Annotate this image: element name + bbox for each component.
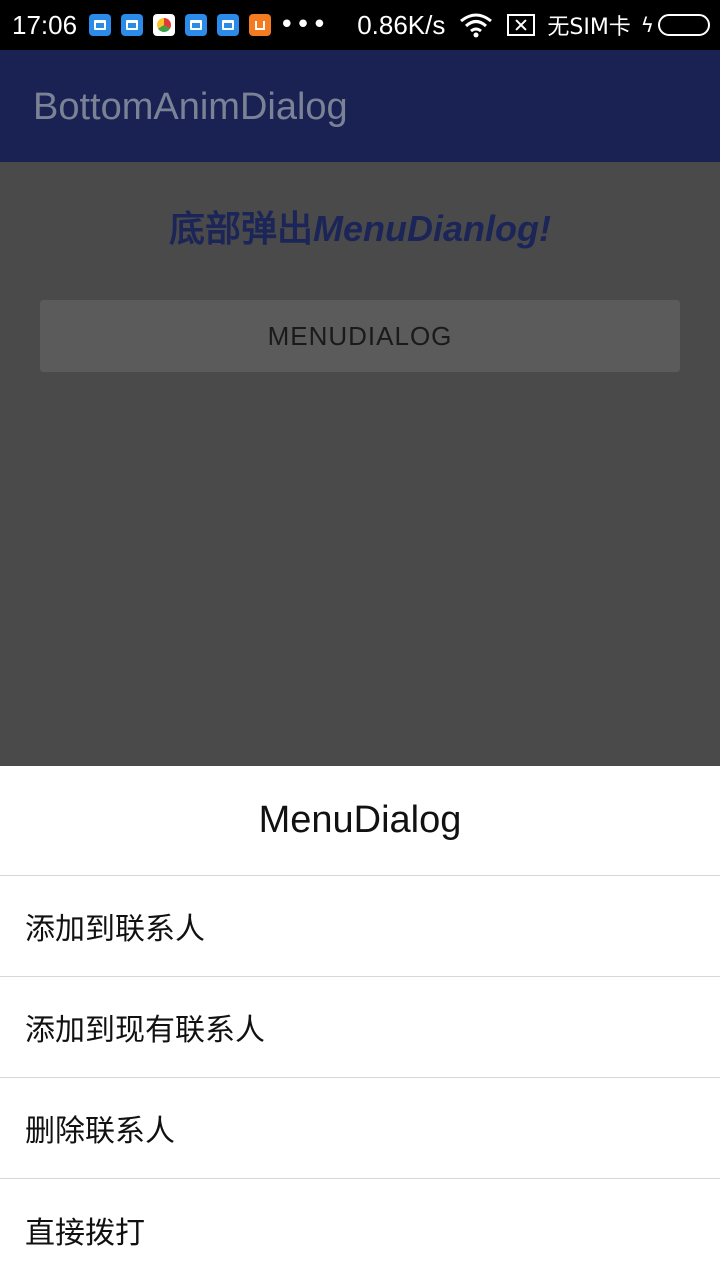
sim-status: 无SIM卡 xyxy=(547,15,631,40)
status-time: 17:06 xyxy=(12,9,78,40)
battery-icon xyxy=(658,14,710,36)
menu-item-add-existing-contact[interactable]: 添加到现有联系人 xyxy=(0,977,720,1078)
notification-blue-icon xyxy=(185,14,208,36)
notification-blue-icon xyxy=(121,14,144,36)
heading-cn: 底部弹出 xyxy=(169,209,314,250)
menu-item-direct-call[interactable]: 直接拨打 xyxy=(0,1179,720,1280)
store-icon xyxy=(249,14,272,36)
bottom-menu-dialog: MenuDialog 添加到联系人 添加到现有联系人 删除联系人 直接拨打 xyxy=(0,766,720,1280)
app-bar: BottomAnimDialog xyxy=(0,50,720,162)
notification-icons: ••• xyxy=(89,10,328,40)
heading-latin: MenuDianlog! xyxy=(313,208,551,249)
photos-icon xyxy=(153,14,176,36)
dialog-title: MenuDialog xyxy=(0,766,720,876)
no-sim-icon xyxy=(507,14,536,36)
menu-item-delete-contact[interactable]: 删除联系人 xyxy=(0,1078,720,1179)
app-title: BottomAnimDialog xyxy=(33,86,348,128)
more-notifications-indicator: ••• xyxy=(279,10,329,40)
page-heading: 底部弹出MenuDianlog! xyxy=(0,200,720,252)
status-bar: 17:06 ••• 0.86K/s 无SIM卡 ϟ xyxy=(0,0,720,50)
menu-dialog-button[interactable]: MENUDIALOG xyxy=(40,300,680,372)
network-speed: 0.86K/s xyxy=(357,9,446,40)
menu-item-add-contact[interactable]: 添加到联系人 xyxy=(0,876,720,977)
notification-blue-icon xyxy=(217,14,240,36)
charging-icon: ϟ xyxy=(640,13,654,37)
wifi-icon xyxy=(460,13,493,38)
main-content: 底部弹出MenuDianlog! MENUDIALOG xyxy=(0,162,720,766)
notification-blue-icon xyxy=(89,14,112,36)
